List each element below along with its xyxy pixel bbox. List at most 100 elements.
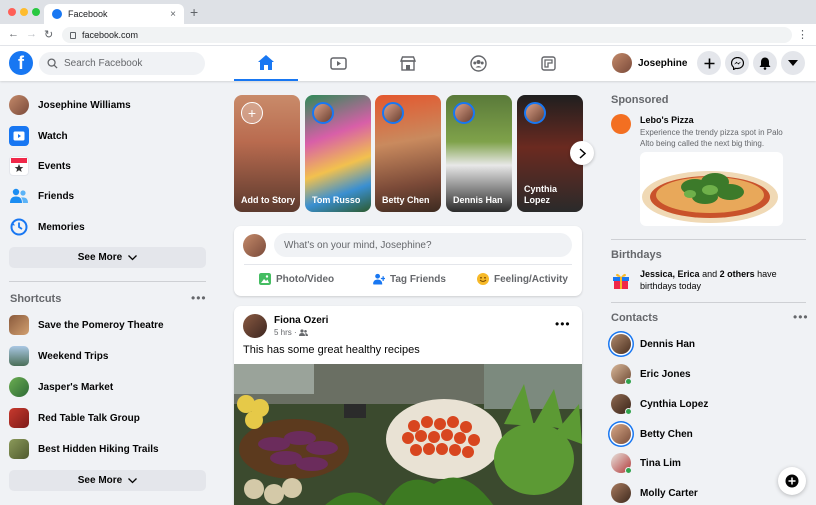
add-story-icon[interactable]: +	[241, 102, 263, 124]
header-profile-button[interactable]: Josephine	[610, 51, 693, 75]
divider	[9, 281, 206, 282]
search-input[interactable]	[64, 58, 194, 69]
search-box[interactable]	[39, 52, 205, 75]
sponsored-ad[interactable]: Lebo's Pizza Experience the trendy pizza…	[611, 114, 806, 230]
tag-friends-button[interactable]: Tag Friends	[373, 270, 446, 288]
tab-groups[interactable]	[446, 46, 510, 81]
messenger-button[interactable]	[725, 51, 749, 75]
facebook-logo-icon[interactable]: f	[9, 51, 33, 75]
reload-icon[interactable]: ↻	[44, 28, 53, 41]
browser-tab[interactable]: Facebook ×	[44, 4, 184, 24]
notifications-button[interactable]	[753, 51, 777, 75]
shortcuts-more-icon[interactable]: •••	[191, 291, 207, 305]
shortcut-item[interactable]: Jasper's Market	[9, 376, 209, 398]
photo-video-button[interactable]: Photo/Video	[259, 270, 334, 288]
tab-home[interactable]	[234, 46, 298, 81]
watch-icon	[9, 126, 29, 146]
avatar	[611, 394, 632, 415]
account-menu-button[interactable]	[781, 51, 805, 75]
new-message-icon	[785, 474, 799, 488]
birthday-text: Jessica, Erica and 2 others have birthda…	[640, 268, 806, 292]
chevron-down-icon	[128, 477, 138, 483]
post-author[interactable]: Fiona Ozeri	[274, 315, 328, 326]
see-more-label: See More	[77, 475, 123, 486]
contact-item[interactable]: Dennis Han	[611, 333, 695, 355]
new-message-button[interactable]	[778, 467, 806, 495]
post-image[interactable]	[234, 364, 582, 505]
search-icon	[47, 58, 58, 69]
friends-icon	[9, 186, 29, 206]
see-more-button[interactable]: See More	[9, 247, 206, 268]
tab-gaming[interactable]	[516, 46, 580, 81]
shortcut-thumbnail	[9, 408, 29, 428]
browser-menu-icon[interactable]: ⋮	[797, 28, 808, 41]
maximize-window-button[interactable]	[32, 8, 40, 16]
header-profile-name: Josephine	[638, 57, 688, 69]
new-tab-button[interactable]: +	[190, 4, 198, 20]
shortcut-label: Best Hidden Hiking Trails	[38, 443, 159, 455]
shortcut-item[interactable]: Weekend Trips	[9, 345, 209, 367]
feeling-activity-button[interactable]: Feeling/Activity	[477, 270, 568, 288]
ad-name: Lebo's Pizza	[640, 115, 694, 125]
watch-icon	[329, 56, 347, 70]
sidebar-item-label: Josephine Williams	[38, 99, 131, 111]
action-label: Tag Friends	[390, 273, 446, 285]
sidebar-item-label: Memories	[38, 221, 85, 233]
story-name: Add to Story	[241, 195, 295, 205]
sidebar-item-events[interactable]: Events	[9, 155, 209, 177]
shortcut-item[interactable]: Best Hidden Hiking Trails	[9, 438, 209, 460]
create-button[interactable]	[697, 51, 721, 75]
see-more-shortcuts-button[interactable]: See More	[9, 470, 206, 491]
shortcut-label: Save the Pomeroy Theatre	[38, 319, 164, 331]
contact-item[interactable]: Tina Lim	[611, 452, 681, 474]
forward-arrow-icon[interactable]: →	[26, 28, 37, 40]
avatar	[611, 334, 631, 354]
see-more-label: See More	[77, 252, 123, 263]
avatar[interactable]	[243, 314, 267, 338]
avatar	[611, 483, 631, 503]
contact-item[interactable]: Eric Jones	[611, 363, 691, 385]
shortcuts-title: Shortcuts	[10, 293, 62, 305]
avatar	[382, 102, 404, 124]
story-card[interactable]: Dennis Han	[446, 95, 512, 212]
story-card[interactable]: Betty Chen	[375, 95, 441, 212]
post-time[interactable]: 5 hrs	[274, 328, 292, 337]
back-arrow-icon[interactable]: ←	[8, 28, 19, 40]
sidebar-item-memories[interactable]: Memories	[9, 216, 209, 238]
contact-item[interactable]: Molly Carter	[611, 482, 698, 504]
action-label: Feeling/Activity	[494, 273, 568, 285]
shortcut-item[interactable]: Save the Pomeroy Theatre	[9, 314, 209, 336]
post-options-icon[interactable]: •••	[555, 317, 571, 331]
composer-input[interactable]: What's on your mind, Josephine?	[274, 233, 572, 257]
tab-close-icon[interactable]: ×	[170, 9, 176, 20]
contact-item[interactable]: Betty Chen	[611, 423, 693, 445]
birthday-names: Jessica, Erica	[640, 269, 700, 279]
contact-name: Dennis Han	[640, 338, 696, 350]
minimize-window-button[interactable]	[20, 8, 28, 16]
contacts-more-icon[interactable]: •••	[793, 310, 809, 324]
tab-title: Facebook	[68, 9, 108, 19]
tab-watch[interactable]	[306, 46, 370, 81]
avatar	[611, 364, 632, 385]
messenger-icon	[730, 56, 744, 70]
bell-icon	[759, 57, 771, 70]
sidebar-item-profile[interactable]: Josephine Williams	[9, 94, 209, 116]
lock-icon	[70, 31, 76, 39]
sidebar-item-watch[interactable]: Watch	[9, 125, 209, 147]
shortcut-thumbnail	[9, 315, 29, 335]
online-status-icon	[625, 378, 632, 385]
url-field[interactable]: facebook.com	[62, 27, 792, 43]
shortcut-item[interactable]: Red Table Talk Group	[9, 407, 209, 429]
events-icon	[9, 156, 29, 176]
caret-down-icon	[788, 60, 798, 66]
avatar	[612, 53, 632, 73]
sidebar-item-friends[interactable]: Friends	[9, 185, 209, 207]
story-card-add[interactable]: + Add to Story	[234, 95, 300, 212]
tab-marketplace[interactable]	[376, 46, 440, 81]
sponsored-title: Sponsored	[611, 94, 669, 106]
story-card[interactable]: Tom Russo	[305, 95, 371, 212]
next-stories-button[interactable]	[570, 141, 594, 165]
close-window-button[interactable]	[8, 8, 16, 16]
contact-item[interactable]: Cynthia Lopez	[611, 393, 708, 415]
birthday-notice[interactable]: Jessica, Erica and 2 others have birthda…	[611, 268, 806, 294]
